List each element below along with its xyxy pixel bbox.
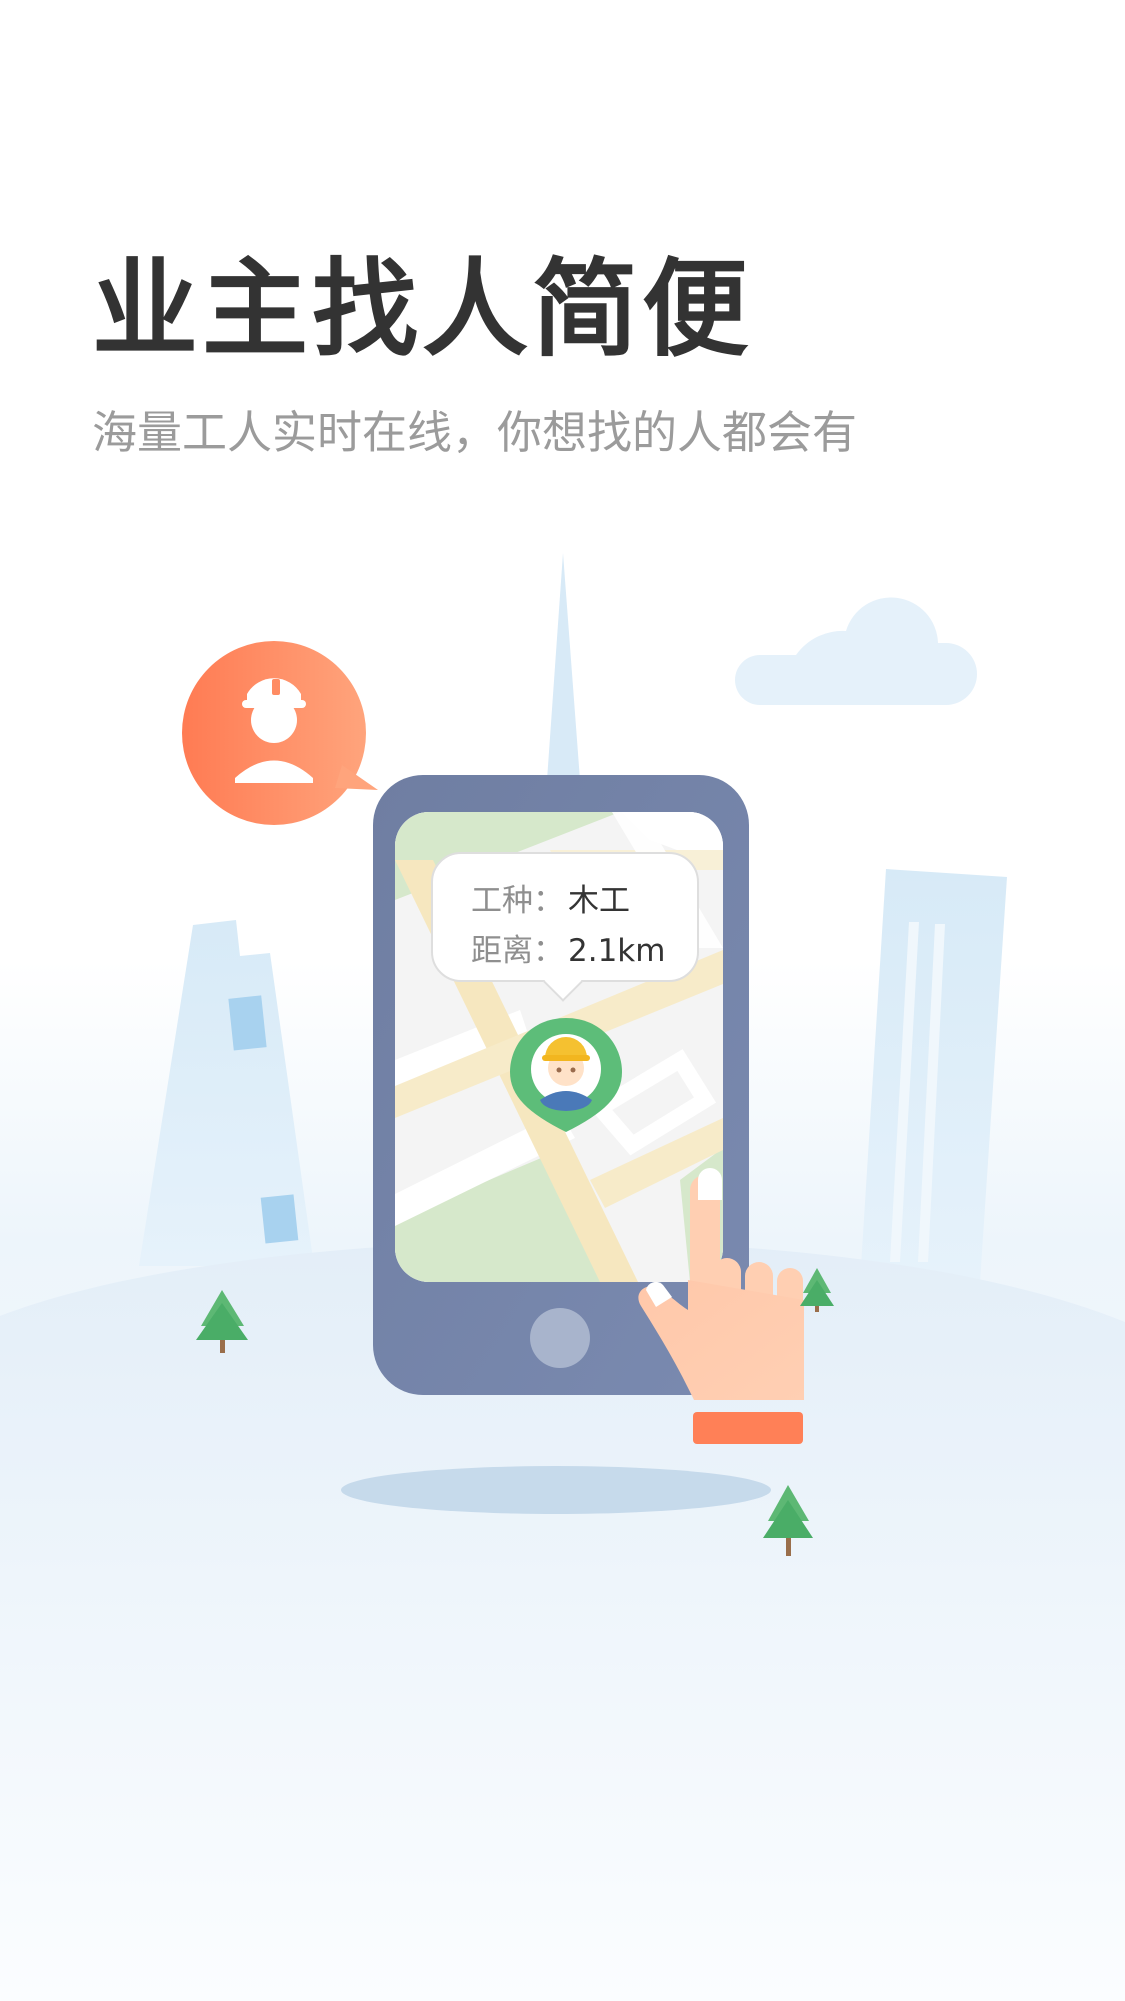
worker-helmet-icon [182, 641, 378, 825]
hand-cuff [693, 1412, 803, 1444]
trade-value: 木工 [568, 883, 630, 919]
left-building-window [228, 995, 267, 1051]
onboarding-screen: 业主找人简便 海量工人实时在线，你想找的人都会有 工种： 木工 距离： 2.1k… [0, 0, 1125, 2001]
spire-shape [547, 553, 580, 780]
trade-label: 工种： [471, 883, 564, 919]
phone-shadow [341, 1466, 771, 1514]
cloud-shape [735, 597, 977, 705]
distance-label: 距离： [471, 933, 564, 969]
phone-home-button [530, 1308, 590, 1368]
distance-row: 距离： 2.1km [471, 926, 697, 976]
trade-row: 工种： 木工 [471, 876, 697, 926]
distance-value: 2.1km [568, 933, 666, 969]
left-building-window [260, 1194, 299, 1244]
worker-info-popup: 工种： 木工 距离： 2.1km [431, 852, 699, 982]
